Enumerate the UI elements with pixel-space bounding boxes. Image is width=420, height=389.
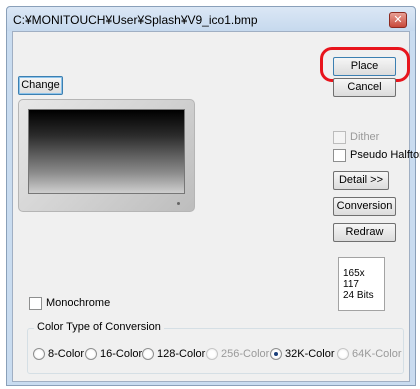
color-type-group: Color Type of Conversion 8-Color 16-Colo… [27, 321, 404, 374]
detail-button[interactable]: Detail >> [333, 171, 389, 190]
preview-screen [28, 109, 185, 194]
pseudo-halftone-checkbox[interactable] [333, 149, 346, 162]
radio-8-color-label: 8-Color [48, 348, 85, 360]
dialog-window: C:¥MONITOUCH¥User¥Splash¥V9_ico1.bmp ✕ C… [6, 6, 420, 386]
conversion-button[interactable]: Conversion [333, 197, 396, 216]
radio-16-color[interactable] [85, 348, 97, 360]
dither-label: Dither [350, 131, 380, 143]
place-button[interactable]: Place [333, 57, 396, 76]
image-info-box: 165x 117 24 Bits [338, 257, 385, 311]
redraw-button[interactable]: Redraw [333, 223, 396, 242]
dither-checkbox[interactable] [333, 131, 346, 144]
radio-128-color-label: 128-Color [157, 348, 206, 360]
preview-indicator-dot [177, 202, 180, 205]
monochrome-label: Monochrome [46, 297, 111, 309]
pseudo-halftone-label: Pseudo Halftone [350, 149, 420, 161]
radio-64k-color[interactable] [337, 348, 349, 360]
radio-256-color[interactable] [206, 348, 218, 360]
window-title: C:¥MONITOUCH¥User¥Splash¥V9_ico1.bmp [13, 13, 258, 27]
radio-64k-color-label: 64K-Color [352, 348, 402, 360]
radio-32k-color[interactable] [270, 348, 282, 360]
color-type-group-title: Color Type of Conversion [34, 321, 164, 333]
image-bits-text: 24 Bits [343, 290, 374, 301]
monitor-preview-image [18, 99, 195, 212]
radio-128-color[interactable] [142, 348, 154, 360]
radio-256-color-label: 256-Color [221, 348, 270, 360]
radio-16-color-label: 16-Color [100, 348, 143, 360]
radio-8-color[interactable] [33, 348, 45, 360]
close-button[interactable]: ✕ [389, 12, 407, 28]
cancel-button[interactable]: Cancel [333, 78, 396, 97]
radio-32k-color-label: 32K-Color [285, 348, 335, 360]
dialog-client-area: Change Place Cancel Dither Pseudo Halfto… [12, 31, 420, 382]
close-icon: ✕ [393, 14, 403, 26]
title-bar[interactable]: C:¥MONITOUCH¥User¥Splash¥V9_ico1.bmp ✕ [7, 7, 415, 31]
image-size-text: 165x 117 [343, 268, 365, 290]
change-button[interactable]: Change [18, 76, 63, 95]
monochrome-checkbox[interactable] [29, 297, 42, 310]
